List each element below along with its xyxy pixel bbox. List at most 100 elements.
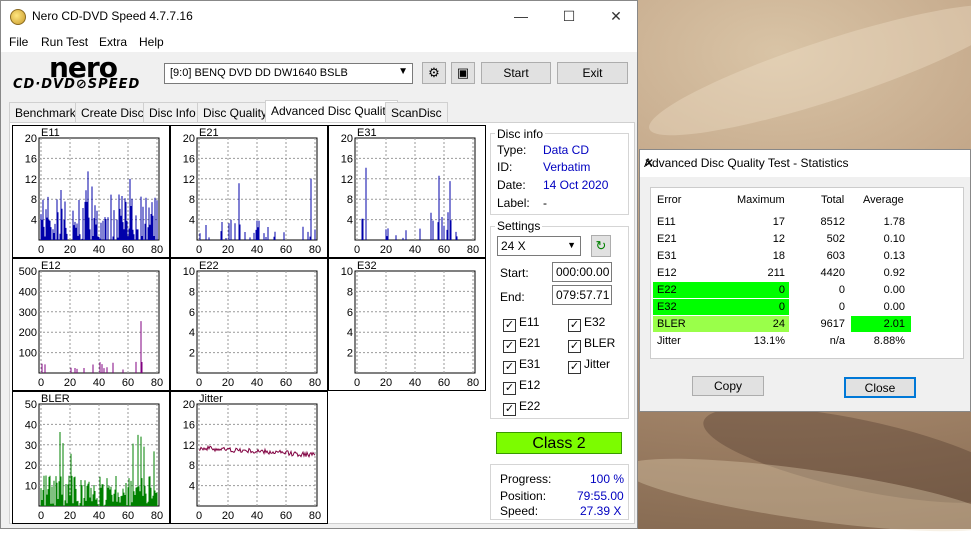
y-tick-label: 16 (341, 153, 353, 165)
stats-cell-avg: 0.10 (883, 233, 905, 245)
minimize-button[interactable]: — (506, 5, 536, 27)
stats-cell-max: 24 (772, 318, 785, 330)
checkbox-e11[interactable]: ✓ E11 (503, 315, 539, 332)
position-value: 79:55.00 (577, 489, 624, 503)
tab-benchmark[interactable]: Benchmark (9, 102, 82, 123)
plot-frame (354, 270, 476, 374)
x-tick-label: 40 (93, 510, 105, 522)
statistics-dialog: Advanced Disc Quality Test - Statistics … (639, 149, 971, 412)
title-bar: Nero CD-DVD Speed 4.7.7.16 — ☐ ✕ (1, 1, 637, 32)
save-button[interactable]: ▣ (451, 62, 475, 84)
y-tick-label: 2 (189, 348, 195, 360)
settings-title: Settings (495, 219, 543, 233)
drive-select[interactable]: [9:0] BENQ DVD DD DW1640 BSLB ▼ (164, 63, 413, 84)
chart-title: E22 (199, 260, 219, 272)
tab-disc-info[interactable]: Disc Info (143, 102, 202, 123)
y-tick-label: 6 (189, 307, 195, 319)
speed-select[interactable]: 24 X ▼ (497, 236, 581, 256)
chart-svg: 1086420 20 40 60 80E22 (183, 260, 321, 389)
y-tick-label: 10 (183, 266, 195, 278)
type-label: Type: (497, 143, 527, 157)
y-tick-label: 4 (189, 327, 195, 339)
stats-cell-avg: 0.92 (883, 267, 905, 279)
tab-scandisc[interactable]: ScanDisc (385, 102, 448, 123)
chart-svg: 201612840 20 40 60 80Jitter (183, 393, 321, 522)
stats-cell-max: 12 (772, 233, 785, 245)
y-tick-label: 10 (341, 266, 353, 278)
y-tick-label: 4 (347, 327, 353, 339)
jitter-trace (198, 444, 316, 458)
menu-help[interactable]: Help (139, 35, 164, 49)
y-tick-label: 500 (19, 266, 37, 278)
end-field[interactable]: 079:57.71 (552, 285, 612, 305)
checkbox-label: E31 (519, 357, 541, 371)
x-tick-label: 20 (380, 377, 392, 389)
stats-header-row: Error Maximum Total Average (651, 192, 913, 209)
y-tick-label: 2 (347, 348, 353, 360)
y-tick-label: 20 (183, 399, 195, 411)
check-icon: ✓ (503, 340, 516, 353)
checkbox-e22[interactable]: ✓ E22 (503, 399, 540, 416)
y-tick-label: 4 (189, 481, 195, 493)
close-window-button[interactable]: ✕ (601, 5, 631, 27)
y-tick-label: 20 (25, 460, 37, 472)
date-value: 14 Oct 2020 (543, 178, 609, 192)
stats-cell-max: 0 (778, 301, 785, 313)
copy-button[interactable]: Copy (692, 376, 764, 396)
checkbox-jitter[interactable]: ✓ Jitter (568, 357, 610, 374)
checkbox-label: E21 (519, 336, 541, 350)
stats-cell-max: 17 (772, 216, 785, 228)
x-tick-label: 40 (251, 377, 263, 389)
checkbox-e32[interactable]: ✓ E32 (568, 315, 605, 332)
stats-cell-total: 603 (826, 250, 845, 262)
x-tick-label: 40 (409, 377, 421, 389)
checkbox-label: BLER (584, 336, 616, 350)
stats-cell-total: 0 (838, 284, 845, 296)
checkbox-e21[interactable]: ✓ E21 (503, 336, 540, 353)
stats-row: E21 12 502 0.10 (651, 231, 913, 248)
stats-cell-avg: 0.00 (883, 284, 905, 296)
checkbox-label: E11 (519, 315, 540, 329)
x-tick-label: 80 (309, 510, 321, 522)
tab-advanced-disc-quality[interactable]: Advanced Disc Quality (265, 100, 398, 123)
x-tick-label: 80 (151, 377, 163, 389)
check-icon: ✓ (568, 319, 581, 332)
chevron-down-icon: ▼ (567, 240, 576, 250)
tab-create-disc[interactable]: Create Disc (75, 102, 150, 123)
x-tick-label: 0 (38, 244, 44, 256)
refresh-speed-button[interactable]: ↻ (591, 235, 611, 257)
start-button[interactable]: Start (481, 62, 551, 84)
start-field[interactable]: 000:00.00 (552, 262, 612, 282)
stats-cell-total: 9617 (820, 318, 845, 330)
y-tick-label: 12 (25, 174, 37, 186)
check-icon: ✓ (568, 340, 581, 353)
menu-file[interactable]: File (9, 35, 28, 49)
chart-e11: 20 16 12 8 4 0 20 40 60 80 E11 (12, 125, 170, 258)
speed-value: 27.39 X (580, 504, 622, 518)
progress-label: Progress: (500, 472, 552, 486)
checkbox-bler[interactable]: ✓ BLER (568, 336, 615, 353)
stats-row: E12 211 4420 0.92 (651, 265, 913, 282)
stats-cell-error: E12 (657, 267, 677, 279)
x-tick-label: 0 (38, 377, 44, 389)
menu-extra[interactable]: Extra (99, 35, 127, 49)
chart-svg: 1086420 20 40 60 80E32 (341, 260, 479, 389)
y-tick-label: 200 (19, 327, 37, 339)
y-tick-label: 4 (189, 215, 195, 227)
tab-disc-quality[interactable]: Disc Quality (197, 102, 274, 123)
x-tick-label: 0 (196, 510, 202, 522)
menu-run-test[interactable]: Run Test (41, 35, 88, 49)
exit-button[interactable]: Exit (557, 62, 628, 84)
drive-info-button[interactable]: ⚙ (422, 62, 446, 84)
window-title: Nero CD-DVD Speed 4.7.7.16 (32, 9, 193, 23)
stats-header-cell: Maximum (737, 194, 785, 206)
checkbox-e12[interactable]: ✓ E12 (503, 378, 540, 395)
maximize-button[interactable]: ☐ (554, 5, 584, 27)
stats-cell-error: Jitter (657, 335, 681, 347)
x-tick-label: 20 (222, 510, 234, 522)
checkbox-e31[interactable]: ✓ E31 (503, 357, 540, 374)
close-icon[interactable]: ✕ (644, 156, 962, 170)
stats-cell-max: 18 (772, 250, 785, 262)
floppy-icon: ▣ (456, 65, 470, 80)
close-button[interactable]: Close (844, 377, 916, 398)
